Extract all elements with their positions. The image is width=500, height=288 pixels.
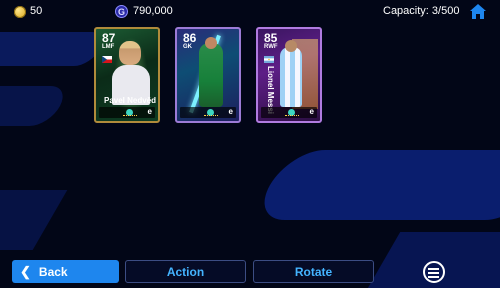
card-position: RWF: [264, 44, 278, 50]
argentina-flag-icon: [264, 56, 274, 63]
star-rating: [123, 115, 137, 117]
rotate-button[interactable]: Rotate: [253, 260, 374, 283]
player-art: [280, 47, 302, 107]
efootball-logo-icon: e: [309, 107, 314, 116]
home-icon[interactable]: [469, 3, 487, 20]
action-button-label: Action: [166, 264, 205, 279]
card-rating: 86: [183, 31, 197, 45]
player-art: [199, 43, 223, 107]
efootball-logo-icon: e: [147, 107, 152, 116]
player-card-1[interactable]: 87 LMF Pavel Nedvěd e: [94, 27, 160, 123]
rotate-button-label: Rotate: [294, 264, 333, 279]
player-face: [205, 37, 217, 49]
list-menu-icon[interactable]: [423, 261, 445, 283]
back-button[interactable]: ❮ Back: [12, 260, 119, 283]
capacity-label: Capacity: 3/500: [383, 5, 460, 17]
czech-flag-icon: [102, 56, 112, 63]
action-button[interactable]: Action: [125, 260, 246, 283]
gp-icon: G: [115, 5, 128, 18]
chevron-left-icon: ❮: [20, 264, 31, 279]
back-button-label: Back: [38, 264, 68, 279]
card-footer: e: [99, 107, 155, 118]
player-face: [119, 41, 141, 65]
background: [0, 0, 500, 288]
top-bar: 50 G 790,000 Capacity: 3/500: [0, 0, 500, 26]
player-card-3[interactable]: 85 RWF Lionel Messi e: [256, 27, 322, 123]
star-rating: [204, 115, 218, 117]
player-card-2[interactable]: 86 GK e: [175, 27, 241, 123]
card-footer: e: [261, 107, 317, 118]
efootball-logo-icon: e: [228, 107, 233, 116]
player-face: [285, 40, 297, 52]
gp-balance: 790,000: [133, 5, 173, 17]
coin-balance: 50: [30, 5, 43, 17]
card-player-name: Pavel Nedvěd: [104, 96, 157, 105]
card-position: LMF: [102, 44, 115, 50]
card-rating: 87: [102, 31, 116, 45]
card-position: GK: [183, 44, 192, 50]
coin-icon: [14, 6, 26, 18]
card-rating: 85: [264, 31, 278, 45]
card-footer: e: [180, 107, 236, 118]
star-rating: [285, 115, 299, 117]
